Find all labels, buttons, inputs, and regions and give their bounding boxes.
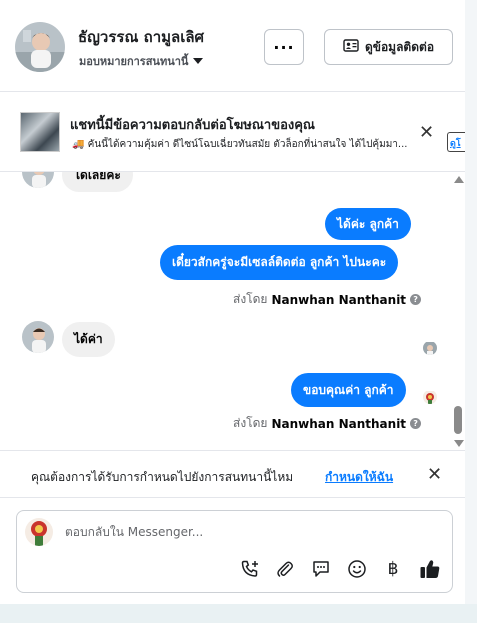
customer-message-avatar [22,172,54,188]
ad-banner-title: แชทนี้มีข้อความตอบกลับต่อโฆษณาของคุณ [70,118,315,133]
page-seen-avatar [423,390,437,404]
message-bubble-outgoing[interactable]: ได้ค่ะ ลูกค้า [325,208,411,240]
message-scrollbar[interactable] [452,172,465,450]
attachment-icon[interactable] [274,558,296,580]
seen-avatar [423,341,437,355]
view-ad-button[interactable]: ดูโ [447,132,465,152]
conversation-panel: ธัญวรรณ ถามูลเลิศ มอบหมายการสนทนานี้ ···… [0,0,465,604]
like-icon[interactable] [419,558,441,580]
scroll-down-arrow-icon[interactable] [454,440,464,447]
contact-card-icon [343,39,359,55]
customer-name: ธัญวรรณ ถามูลเลิศ [78,28,205,46]
help-icon[interactable]: ? [410,294,422,305]
sent-by-prefix: ส่งโดย [233,292,268,306]
help-icon[interactable]: ? [410,418,422,429]
message-bubble-incoming[interactable]: ได้ค่า [62,322,115,357]
customer-avatar[interactable] [15,22,65,72]
baht-payment-icon[interactable]: ฿ [382,558,404,580]
message-bubble-outgoing[interactable]: ขอบคุณค่า ลูกค้า [291,373,406,407]
saved-reply-icon[interactable] [310,558,332,580]
message-list[interactable]: ได้เลยค่ะ ได้ค่ะ ลูกค้า เดี๋ยวสักครู่จะม… [0,172,465,450]
bottom-edge-strip [0,604,477,623]
ad-thumbnail[interactable] [20,112,60,152]
scroll-thumb[interactable] [454,406,462,434]
view-contact-button[interactable]: ดูข้อมูลติดต่อ [324,29,453,65]
assign-dropdown[interactable]: มอบหมายการสนทนานี้ [79,52,204,70]
phone-add-icon[interactable] [239,558,261,580]
assign-prompt: คุณต้องการได้รับการกำหนดไปยังการสนทนานี้… [0,450,465,498]
customer-message-avatar [22,321,54,353]
more-options-button[interactable]: ··· [264,29,304,65]
page-avatar [25,518,53,546]
emoji-icon[interactable] [346,558,368,580]
message-bubble-outgoing[interactable]: เดี๋ยวสักครู่จะมีเซลล์ติดต่อ ลูกค้า ไปนะ… [160,245,399,280]
assign-dropdown-label: มอบหมายการสนทนานี้ [79,55,189,68]
assign-to-me-link[interactable]: กำหนดให้ฉัน [325,468,393,487]
ad-reply-banner: แชทนี้มีข้อความตอบกลับต่อโฆษณาของคุณ 🚚 ค… [0,92,465,172]
reply-input[interactable] [65,525,435,539]
conversation-header: ธัญวรรณ ถามูลเลิศ มอบหมายการสนทนานี้ ···… [0,0,465,92]
sent-by-name: Nanwhan Nanthanit [271,292,407,307]
close-banner-icon[interactable]: ✕ [419,122,434,143]
sent-by-label: ส่งโดย Nanwhan Nanthanit ? [233,414,422,433]
assign-prompt-text: คุณต้องการได้รับการกำหนดไปยังการสนทนานี้… [31,470,294,484]
sent-by-name: Nanwhan Nanthanit [271,416,407,431]
scroll-up-arrow-icon[interactable] [454,176,464,183]
reply-composer: ฿ [16,510,453,593]
message-bubble-incoming[interactable]: ได้เลยค่ะ [62,172,133,192]
sent-by-prefix: ส่งโดย [233,416,268,430]
right-edge-strip [465,0,477,623]
caret-down-icon [193,55,204,68]
more-icon: ··· [273,37,295,57]
close-assign-prompt-icon[interactable]: ✕ [427,464,442,485]
view-contact-label: ดูข้อมูลติดต่อ [364,39,435,54]
sent-by-label: ส่งโดย Nanwhan Nanthanit ? [233,290,422,309]
ad-banner-subtitle: 🚚 คันนี้ได้ความคุ้มค่า ดีไซน์โฉบเฉี่ยวทั… [72,139,408,150]
